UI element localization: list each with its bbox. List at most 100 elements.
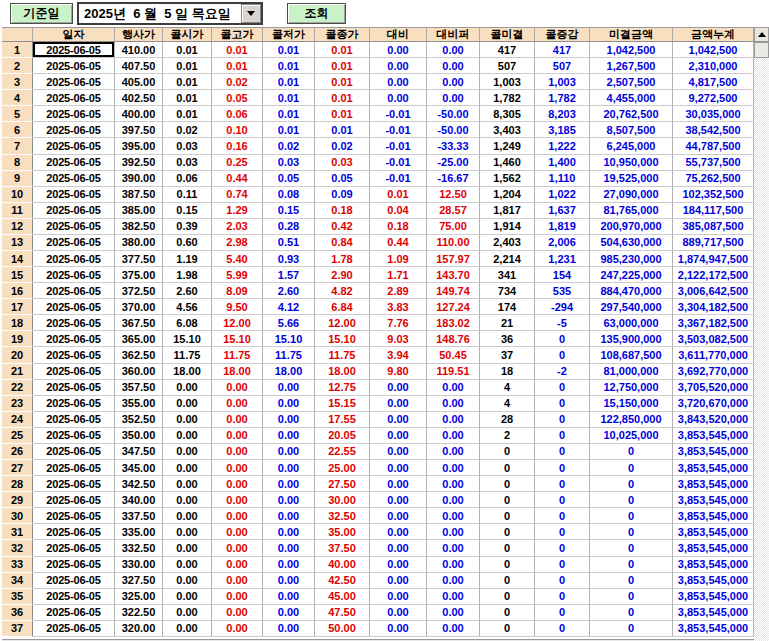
cell-call-oi[interactable]: 0	[480, 492, 535, 508]
cell-oi-amount[interactable]: 0	[590, 621, 673, 637]
cell-call-oi[interactable]: 36	[480, 331, 535, 347]
cell-call-high[interactable]: 0.00	[212, 476, 263, 492]
cell-call-oi[interactable]: 0	[480, 476, 535, 492]
cell-strike[interactable]: 357.50	[115, 380, 163, 396]
cell-call-low[interactable]: 0.00	[263, 621, 315, 637]
cell-oi-amount[interactable]: 0	[590, 605, 673, 621]
cell-oi-change[interactable]: 0	[535, 573, 590, 589]
cell-call-high[interactable]: 8.09	[212, 283, 263, 299]
cell-change-pct[interactable]: 0.00	[427, 74, 480, 90]
cell-call-open[interactable]: 1.98	[163, 267, 212, 283]
cell-call-high[interactable]: 0.00	[212, 412, 263, 428]
cell-call-close[interactable]: 15.15	[315, 396, 370, 412]
cell-call-low[interactable]: 0.00	[263, 540, 315, 556]
cell-amount-cum[interactable]: 3,853,545,000	[673, 573, 754, 589]
cell-strike[interactable]: 372.50	[115, 283, 163, 299]
cell-change-pct[interactable]: 0.00	[427, 476, 480, 492]
cell-call-close[interactable]: 0.01	[315, 42, 370, 58]
cell-call-low[interactable]: 0.00	[263, 524, 315, 540]
cell-change-pct[interactable]: 12.50	[427, 187, 480, 203]
cell-change[interactable]: 0.04	[370, 203, 427, 219]
cell-call-open[interactable]: 0.00	[163, 589, 212, 605]
cell-amount-cum[interactable]: 30,035,000	[673, 106, 754, 122]
cell-call-low[interactable]: 11.75	[263, 347, 315, 363]
cell-amount-cum[interactable]: 1,874,947,500	[673, 251, 754, 267]
cell-call-high[interactable]: 0.74	[212, 187, 263, 203]
cell-change[interactable]: 0.00	[370, 589, 427, 605]
cell-date[interactable]: 2025-06-05	[33, 299, 115, 315]
cell-call-high[interactable]: 0.00	[212, 557, 263, 573]
cell-call-open[interactable]: 0.03	[163, 138, 212, 154]
cell-call-low[interactable]: 0.00	[263, 476, 315, 492]
cell-call-close[interactable]: 0.01	[315, 90, 370, 106]
cell-call-close[interactable]: 0.05	[315, 171, 370, 187]
cell-oi-amount[interactable]: 1,042,500	[590, 42, 673, 58]
cell-strike[interactable]: 387.50	[115, 187, 163, 203]
cell-change-pct[interactable]: -50.00	[427, 106, 480, 122]
cell-call-low[interactable]: 2.60	[263, 283, 315, 299]
cell-oi-amount[interactable]: 135,900,000	[590, 331, 673, 347]
cell-call-close[interactable]: 0.02	[315, 138, 370, 154]
cell-date[interactable]: 2025-06-05	[33, 74, 115, 90]
cell-call-close[interactable]: 2.90	[315, 267, 370, 283]
cell-strike[interactable]: 345.00	[115, 460, 163, 476]
cell-call-high[interactable]: 15.10	[212, 331, 263, 347]
cell-change[interactable]: 0.00	[370, 396, 427, 412]
cell-call-high[interactable]: 9.50	[212, 299, 263, 315]
cell-date[interactable]: 2025-06-05	[33, 524, 115, 540]
cell-amount-cum[interactable]: 2,310,000	[673, 58, 754, 74]
cell-call-open[interactable]: 0.01	[163, 74, 212, 90]
cell-call-oi[interactable]: 0	[480, 508, 535, 524]
cell-call-open[interactable]: 11.75	[163, 347, 212, 363]
cell-call-open[interactable]: 18.00	[163, 364, 212, 380]
cell-oi-amount[interactable]: 4,455,000	[590, 90, 673, 106]
cell-call-low[interactable]: 0.01	[263, 42, 315, 58]
cell-strike[interactable]: 352.50	[115, 412, 163, 428]
cell-change-pct[interactable]: 110.00	[427, 235, 480, 251]
cell-change[interactable]: 0.00	[370, 460, 427, 476]
cell-call-high[interactable]: 0.00	[212, 444, 263, 460]
cell-call-high[interactable]: 0.00	[212, 573, 263, 589]
cell-call-close[interactable]: 30.00	[315, 492, 370, 508]
cell-change-pct[interactable]: 143.70	[427, 267, 480, 283]
cell-call-oi[interactable]: 18	[480, 364, 535, 380]
cell-call-high[interactable]: 0.00	[212, 428, 263, 444]
cell-call-open[interactable]: 0.00	[163, 540, 212, 556]
cell-call-oi[interactable]: 0	[480, 589, 535, 605]
cell-call-close[interactable]: 20.05	[315, 428, 370, 444]
cell-oi-change[interactable]: 507	[535, 58, 590, 74]
cell-call-high[interactable]: 0.00	[212, 540, 263, 556]
cell-call-high[interactable]: 0.25	[212, 155, 263, 171]
cell-date[interactable]: 2025-06-05	[33, 364, 115, 380]
cell-call-low[interactable]: 0.00	[263, 605, 315, 621]
cell-call-low[interactable]: 0.00	[263, 460, 315, 476]
cell-call-close[interactable]: 0.09	[315, 187, 370, 203]
cell-amount-cum[interactable]: 3,843,520,000	[673, 412, 754, 428]
cell-amount-cum[interactable]: 102,352,500	[673, 187, 754, 203]
cell-amount-cum[interactable]: 3,503,082,500	[673, 331, 754, 347]
cell-oi-change[interactable]: 0	[535, 460, 590, 476]
cell-call-open[interactable]: 0.00	[163, 557, 212, 573]
cell-call-oi[interactable]: 2,214	[480, 251, 535, 267]
cell-date[interactable]: 2025-06-05	[33, 476, 115, 492]
cell-change-pct[interactable]: -33.33	[427, 138, 480, 154]
cell-call-close[interactable]: 15.10	[315, 331, 370, 347]
cell-amount-cum[interactable]: 3,853,545,000	[673, 428, 754, 444]
cell-call-open[interactable]: 0.00	[163, 428, 212, 444]
cell-change-pct[interactable]: 0.00	[427, 540, 480, 556]
cell-strike[interactable]: 410.00	[115, 42, 163, 58]
cell-call-open[interactable]: 15.10	[163, 331, 212, 347]
cell-oi-amount[interactable]: 12,750,000	[590, 380, 673, 396]
cell-change[interactable]: -0.01	[370, 171, 427, 187]
cell-oi-amount[interactable]: 122,850,000	[590, 412, 673, 428]
cell-oi-amount[interactable]: 81,765,000	[590, 203, 673, 219]
scrollbar-thumb[interactable]	[754, 42, 769, 58]
cell-change[interactable]: 0.00	[370, 74, 427, 90]
cell-change[interactable]: 0.00	[370, 508, 427, 524]
cell-date[interactable]: 2025-06-05	[33, 235, 115, 251]
cell-strike[interactable]: 405.00	[115, 74, 163, 90]
cell-date[interactable]: 2025-06-05	[33, 380, 115, 396]
cell-call-close[interactable]: 42.50	[315, 573, 370, 589]
cell-change[interactable]: 0.00	[370, 380, 427, 396]
cell-amount-cum[interactable]: 3,367,182,500	[673, 315, 754, 331]
